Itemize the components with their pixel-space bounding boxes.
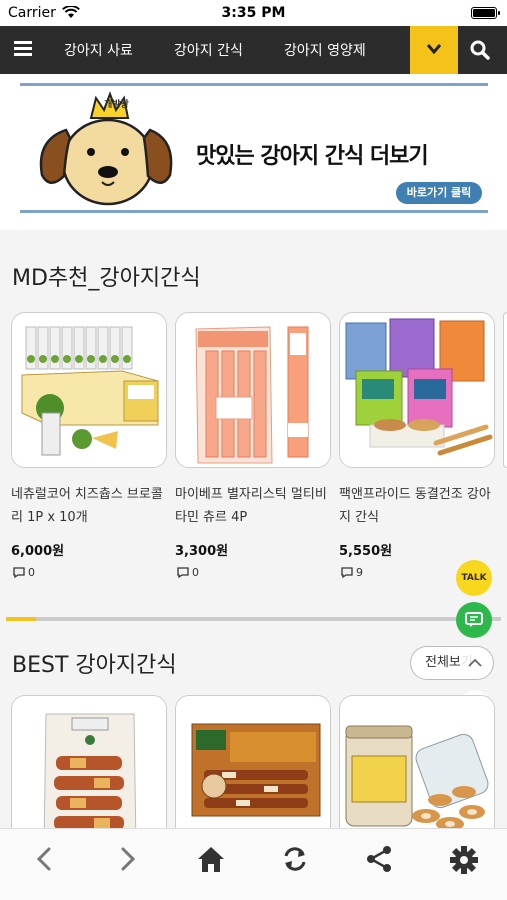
nav-item-dog-food[interactable]: 강아지 사료 bbox=[64, 40, 133, 60]
product-price-3: 5,550원 bbox=[339, 544, 393, 559]
nav-item-dog-snacks[interactable]: 강아지 간식 bbox=[174, 40, 243, 60]
crown-text: 개발왕 bbox=[104, 100, 129, 110]
scroll-up-button[interactable] bbox=[460, 648, 490, 678]
banner-top-line bbox=[20, 83, 488, 86]
product-image-4-edge[interactable] bbox=[503, 312, 507, 468]
md-section-title: MD추천_강아지간식 bbox=[12, 266, 201, 291]
kakao-talk-button[interactable]: TALK bbox=[456, 560, 492, 596]
product-image-1[interactable] bbox=[11, 312, 167, 468]
bottom-toolbar bbox=[0, 828, 507, 900]
best-product-image-3[interactable] bbox=[339, 695, 495, 845]
home-icon[interactable] bbox=[196, 845, 226, 873]
product-comments-2: 0 bbox=[177, 566, 199, 579]
top-nav: 강아지 사료 강아지 간식 강아지 영양제 bbox=[0, 26, 507, 74]
refresh-icon[interactable] bbox=[281, 845, 309, 873]
product-image-3[interactable] bbox=[339, 312, 495, 468]
best-product-image-1[interactable] bbox=[11, 695, 167, 845]
best-section-title: BEST 강아지간식 bbox=[12, 653, 177, 678]
status-bar: Carrier 3:35 PM bbox=[0, 0, 507, 26]
hamburger-icon[interactable] bbox=[14, 41, 32, 57]
jerky-pack-image bbox=[12, 696, 166, 844]
product-name-3[interactable]: 팩앤프라이드 동결건조 강아지 간식 bbox=[339, 483, 497, 529]
carousel-scroll-thumb[interactable] bbox=[6, 617, 36, 621]
battery-icon bbox=[471, 7, 500, 19]
comment-count-3: 9 bbox=[356, 566, 363, 579]
banner-bottom-line bbox=[20, 210, 488, 213]
product-comments-1: 0 bbox=[13, 566, 35, 579]
best-product-image-2[interactable] bbox=[175, 695, 331, 845]
star-stick-image bbox=[176, 313, 330, 467]
comment-count-1: 0 bbox=[28, 566, 35, 579]
product-name-2[interactable]: 마이베프 별자리스틱 멀티비타민 츄르 4P bbox=[175, 483, 333, 529]
comment-icon bbox=[13, 567, 25, 579]
search-icon[interactable] bbox=[470, 40, 490, 60]
forward-icon[interactable] bbox=[118, 845, 138, 873]
chat-icon bbox=[465, 612, 483, 627]
carousel-scrollbar[interactable] bbox=[6, 617, 501, 621]
duck-jerky-image bbox=[176, 696, 330, 844]
chat-button[interactable] bbox=[456, 602, 492, 638]
settings-icon[interactable] bbox=[449, 845, 479, 875]
nav-item-dog-supplements[interactable]: 강아지 영양제 bbox=[284, 40, 366, 60]
share-icon[interactable] bbox=[365, 845, 393, 873]
product-name-1[interactable]: 네츄럴코어 치즈츕스 브로콜리 1P x 10개 bbox=[11, 483, 169, 529]
comment-icon bbox=[341, 567, 353, 579]
product-price-2: 3,300원 bbox=[175, 544, 229, 559]
product-image-2[interactable] bbox=[175, 312, 331, 468]
banner-title: 맛있는 강아지 간식 더보기 bbox=[196, 144, 429, 169]
promo-banner[interactable]: 개발왕 맛있는 강아지 간식 더보기 바로가기 클릭 bbox=[0, 74, 507, 230]
product-price-1: 6,000원 bbox=[11, 544, 65, 559]
nav-more-button[interactable] bbox=[410, 26, 458, 74]
duck-croissant-jar-image bbox=[340, 696, 494, 844]
status-time: 3:35 PM bbox=[221, 5, 286, 21]
banner-go-button[interactable]: 바로가기 클릭 bbox=[396, 182, 482, 204]
chevron-up-icon bbox=[468, 658, 482, 667]
comment-count-2: 0 bbox=[192, 566, 199, 579]
comment-icon bbox=[177, 567, 189, 579]
back-icon[interactable] bbox=[34, 845, 54, 873]
cheese-chews-image bbox=[12, 313, 166, 467]
freeze-dried-snack-image bbox=[340, 313, 494, 467]
product-comments-3: 9 bbox=[341, 566, 363, 579]
chevron-down-icon bbox=[427, 44, 441, 54]
